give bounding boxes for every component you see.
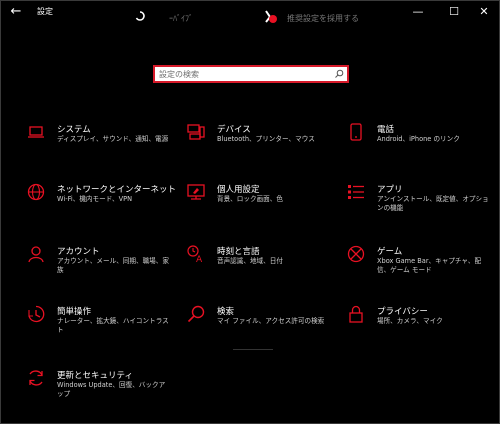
tile-network[interactable]: ネットワークとインターネット Wi-Fi、機内モード、VPN (27, 183, 177, 229)
tile-title: デバイス (217, 125, 251, 135)
tile-time-language[interactable]: A 時刻と言語 音声認識、地域、日付 (187, 245, 337, 291)
close-button[interactable]: ✕ (469, 1, 499, 23)
search-input[interactable] (159, 68, 329, 80)
ease-of-access-icon (28, 305, 45, 323)
tile-title: 個人用設定 (217, 185, 260, 195)
search-icon (335, 69, 344, 78)
tile-description: Wi-Fi、機内モード、VPN (57, 195, 133, 203)
phone-icon (350, 123, 362, 141)
tile-description: アンインストール、既定値、オプションの機能 (377, 195, 489, 212)
tile-description: Bluetooth、プリンター、マウス (217, 135, 315, 143)
tile-devices[interactable]: デバイス Bluetooth、プリンター、マウス (187, 123, 337, 169)
apps-icon (348, 185, 364, 199)
tile-update-security[interactable]: 更新とセキュリティ Windows Update、回復、バックアップ (27, 369, 177, 415)
tile-gaming[interactable]: ゲーム Xbox Game Bar、キャプチャ、配信、ゲーム モード (347, 245, 497, 291)
divider (233, 349, 273, 350)
header-status-text-1: ｰﾊﾞｲﾌﾞ (169, 14, 193, 23)
search-icon (187, 305, 205, 323)
laptop-icon (28, 126, 44, 138)
xbox-icon (347, 245, 365, 263)
tile-accounts[interactable]: アカウント アカウント、メール、同期、職場、家族 (27, 245, 177, 291)
tile-phone[interactable]: 電話 Android、iPhone のリンク (347, 123, 497, 169)
devices-icon (187, 124, 205, 140)
update-icon (29, 370, 43, 386)
spinner-icon (135, 11, 145, 21)
tile-ease-of-access[interactable]: 簡単操作 ナレーター、拡大鏡、ハイコントラスト (27, 305, 177, 351)
tile-title: ゲーム (377, 247, 403, 257)
svg-text:A: A (196, 255, 203, 263)
tile-personalization[interactable]: 個人用設定 背景、ロック画面、色 (187, 183, 337, 229)
tile-description: Xbox Game Bar、キャプチャ、配信、ゲーム モード (377, 257, 482, 274)
maximize-button[interactable]: ☐ (439, 1, 469, 23)
tile-description: マイ ファイル、アクセス許可の検索 (217, 317, 325, 325)
tile-title: 時刻と言語 (217, 247, 260, 257)
tile-title: アプリ (377, 185, 403, 195)
rewards-icon (265, 10, 277, 23)
time-language-icon: A (187, 245, 203, 263)
tile-apps[interactable]: アプリ アンインストール、既定値、オプションの機能 (347, 183, 497, 229)
tile-privacy[interactable]: プライバシー 場所、カメラ、マイク (347, 305, 497, 351)
tile-title: 更新とセキュリティ (57, 371, 133, 381)
tile-title: プライバシー (377, 307, 428, 317)
tile-description: ディスプレイ、サウンド、通知、電源 (57, 135, 169, 143)
tile-title: アカウント (57, 247, 100, 257)
search-box[interactable] (153, 65, 349, 83)
tile-title: 電話 (377, 125, 395, 135)
tile-description: Android、iPhone のリンク (377, 135, 460, 143)
person-icon (28, 246, 44, 263)
back-button[interactable]: ← (7, 3, 25, 21)
tile-title: システム (57, 125, 91, 135)
header-status-text-2: 推奨設定を採用する (287, 14, 359, 23)
minimize-button[interactable]: — (403, 1, 433, 23)
title-bar: ← 設定 — ☐ ✕ (1, 1, 499, 23)
tile-title: 検索 (217, 307, 235, 317)
tile-description: アカウント、メール、同期、職場、家族 (57, 257, 169, 274)
tile-description: 音声認識、地域、日付 (217, 257, 283, 265)
tile-title: 簡単操作 (57, 307, 92, 317)
settings-window: ← 設定 — ☐ ✕ ｰﾊﾞｲﾌﾞ 推奨設定を採用する システム ディスプレイ、… (0, 0, 500, 424)
tile-description: 背景、ロック画面、色 (217, 195, 283, 203)
globe-icon (27, 183, 45, 201)
tile-description: Windows Update、回復、バックアップ (57, 381, 166, 398)
personalization-icon (187, 184, 205, 200)
tile-description: 場所、カメラ、マイク (377, 317, 443, 325)
tile-description: ナレーター、拡大鏡、ハイコントラスト (57, 317, 169, 334)
tile-system[interactable]: システム ディスプレイ、サウンド、通知、電源 (27, 123, 177, 169)
tile-search[interactable]: 検索 マイ ファイル、アクセス許可の検索 (187, 305, 337, 351)
lock-icon (349, 305, 363, 323)
app-title: 設定 (37, 7, 53, 16)
tile-title: ネットワークとインターネット (57, 185, 177, 195)
